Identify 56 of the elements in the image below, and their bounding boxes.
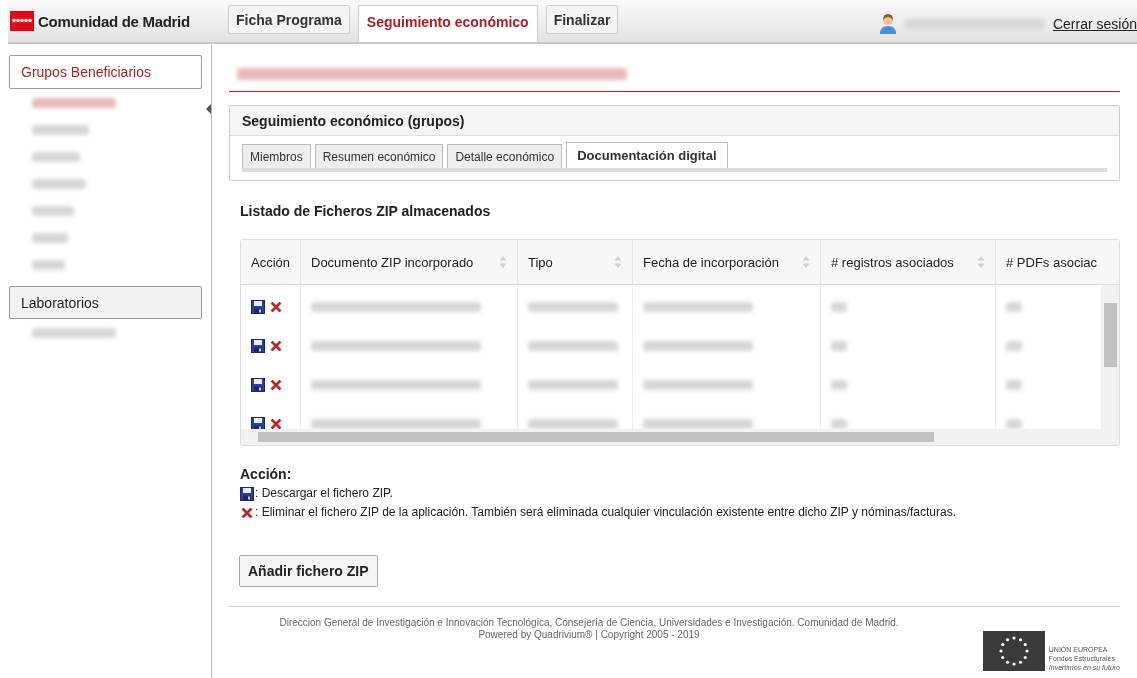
brand-name: Comunidad de Madrid bbox=[38, 12, 190, 30]
add-zip-button[interactable]: Añadir fichero ZIP bbox=[239, 555, 378, 587]
delete-icon[interactable] bbox=[269, 338, 283, 353]
delete-icon[interactable] bbox=[240, 505, 254, 520]
delete-icon[interactable] bbox=[269, 416, 283, 429]
horizontal-scrollbar[interactable] bbox=[241, 429, 1119, 445]
section-tab[interactable]: Miembros bbox=[242, 144, 311, 168]
collapse-arrow-icon[interactable] bbox=[206, 104, 211, 114]
column-header[interactable]: # registros asociados bbox=[821, 240, 996, 284]
eu-flag-icon bbox=[982, 631, 1045, 671]
panel-title: Seguimiento económico (grupos) bbox=[230, 106, 1119, 136]
nav-tab[interactable]: Finalizar bbox=[545, 5, 619, 34]
redacted-cell bbox=[831, 379, 847, 390]
redacted-sidebar-item[interactable] bbox=[32, 259, 65, 270]
redacted-sidebar-item[interactable] bbox=[32, 151, 80, 162]
redacted-cell bbox=[831, 301, 847, 312]
section-tab[interactable]: Detalle económico bbox=[447, 144, 563, 168]
legend-title: Acción: bbox=[240, 466, 293, 482]
redacted-cell bbox=[831, 340, 847, 351]
nav-tab[interactable]: Ficha Programa bbox=[228, 5, 350, 34]
sidebar-section[interactable]: Laboratorios bbox=[9, 286, 202, 319]
redacted-sidebar-item[interactable] bbox=[32, 97, 116, 108]
vertical-scrollbar[interactable] bbox=[1102, 285, 1119, 429]
redacted-sidebar-item[interactable] bbox=[32, 124, 89, 135]
sort-icon[interactable] bbox=[977, 255, 985, 269]
footer-text: Direccion General de Investigación e Innovación Tecnológica, Consejería de Ciencia, Universidades e Investigación. Comunidad de Madrid. bbox=[278, 617, 900, 629]
column-header[interactable]: # PDFs asociac bbox=[996, 240, 1102, 284]
section-tab[interactable]: Documentación digital bbox=[566, 142, 728, 168]
column-header[interactable]: Fecha de incorporación bbox=[633, 240, 821, 284]
section-tab[interactable]: Resumen económico bbox=[314, 144, 444, 168]
column-header[interactable]: Documento ZIP incorporado bbox=[301, 240, 518, 284]
sort-icon[interactable] bbox=[802, 255, 810, 269]
redacted-cell bbox=[1006, 340, 1022, 351]
logout-link[interactable]: Cerrar sesión bbox=[1052, 16, 1137, 32]
redacted-cell bbox=[1006, 301, 1022, 312]
footer-text: Powered by Quadrivium® | Copyright 2005 - 2019 bbox=[477, 629, 701, 641]
redacted-sidebar-item[interactable] bbox=[32, 205, 74, 216]
legend-text: : Eliminar el fichero ZIP de la aplicación. También será eliminada cualquier vinculación existente entre dicho ZIP y nóminas/facturas. bbox=[255, 504, 957, 521]
redacted-cell bbox=[1006, 418, 1022, 429]
delete-icon[interactable] bbox=[269, 377, 283, 392]
sort-icon[interactable] bbox=[499, 255, 507, 269]
redacted-sidebar-item[interactable] bbox=[32, 178, 86, 189]
nav-tab[interactable]: Seguimiento económico bbox=[357, 5, 538, 42]
redacted-sidebar-item[interactable] bbox=[32, 232, 68, 243]
delete-icon[interactable] bbox=[269, 299, 283, 314]
sidebar-section[interactable]: Grupos Beneficiarios bbox=[9, 55, 202, 89]
redacted-sidebar-item[interactable] bbox=[32, 327, 116, 338]
redacted-cell bbox=[831, 418, 847, 429]
flag-logo-icon bbox=[10, 11, 34, 31]
user-avatar-icon bbox=[878, 13, 897, 35]
redacted-cell bbox=[1006, 379, 1022, 390]
column-header[interactable]: Tipo bbox=[518, 240, 633, 284]
sort-icon[interactable] bbox=[614, 255, 622, 269]
column-header[interactable]: Acción bbox=[241, 240, 301, 284]
legend-text: : Descargar el fichero ZIP. bbox=[255, 485, 393, 502]
list-title: Listado de Ficheros ZIP almacenados bbox=[240, 203, 492, 219]
